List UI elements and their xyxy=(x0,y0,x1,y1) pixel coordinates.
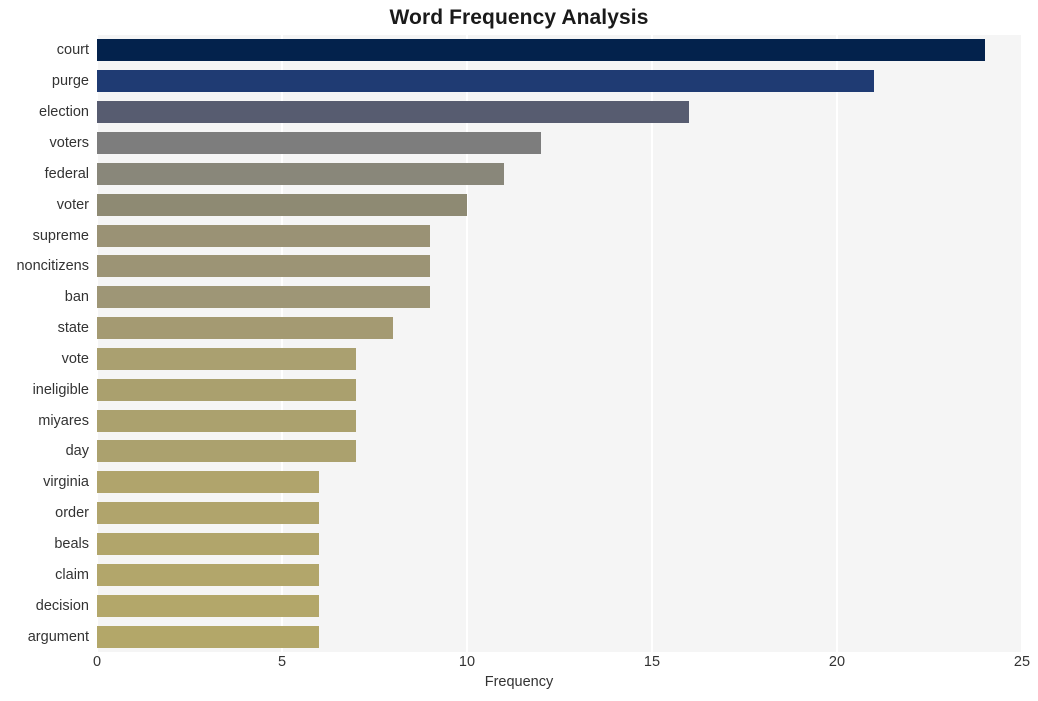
bar-ban[interactable] xyxy=(97,286,430,309)
bar-order[interactable] xyxy=(97,502,319,525)
bar-row xyxy=(97,101,1022,124)
x-tick-label-10: 10 xyxy=(458,654,476,670)
y-tick-label-voters: voters xyxy=(49,134,90,151)
bar-row xyxy=(97,502,1022,525)
plot-area xyxy=(96,35,1023,652)
y-axis-labels: court purge election voters federal voter supr… xyxy=(0,35,89,652)
y-tick-label-election: election xyxy=(39,104,89,121)
x-axis-title: Frequency xyxy=(484,674,554,690)
bar-purge[interactable] xyxy=(97,70,874,93)
y-tick-label-virginia: virginia xyxy=(43,474,89,491)
bar-row xyxy=(97,193,1022,216)
bar-election[interactable] xyxy=(97,101,689,124)
bar-row xyxy=(97,70,1022,93)
bar-row xyxy=(97,286,1022,309)
y-tick-label-noncitizens: noncitizens xyxy=(16,258,89,275)
bar-noncitizens[interactable] xyxy=(97,255,430,278)
x-tick-label-5: 5 xyxy=(277,654,287,670)
bar-argument[interactable] xyxy=(97,625,319,648)
y-tick-label-state: state xyxy=(57,320,89,337)
bar-decision[interactable] xyxy=(97,594,319,617)
y-tick-label-court: court xyxy=(56,42,89,59)
bar-row xyxy=(97,131,1022,154)
bar-row xyxy=(97,625,1022,648)
bar-row xyxy=(97,378,1022,401)
bar-row xyxy=(97,563,1022,586)
bar-state[interactable] xyxy=(97,317,393,340)
x-axis-ticks: 0 5 10 15 20 25 xyxy=(93,652,1030,676)
bar-row xyxy=(97,594,1022,617)
bar-miyares[interactable] xyxy=(97,409,356,432)
bar-row xyxy=(97,347,1022,370)
y-tick-label-argument: argument xyxy=(27,628,89,645)
bar-voter[interactable] xyxy=(97,193,467,216)
bar-day[interactable] xyxy=(97,440,356,463)
y-tick-label-order: order xyxy=(55,505,89,522)
bar-row xyxy=(97,162,1022,185)
bar-beals[interactable] xyxy=(97,533,319,556)
bar-row xyxy=(97,440,1022,463)
y-tick-label-claim: claim xyxy=(55,566,89,583)
y-tick-label-decision: decision xyxy=(35,597,89,614)
bar-claim[interactable] xyxy=(97,563,319,586)
bars-layer xyxy=(97,35,1022,652)
bar-virginia[interactable] xyxy=(97,471,319,494)
bar-federal[interactable] xyxy=(97,162,504,185)
x-tick-label-0: 0 xyxy=(92,654,102,670)
x-tick-label-20: 20 xyxy=(828,654,846,670)
y-tick-label-day: day xyxy=(65,443,89,460)
bar-ineligible[interactable] xyxy=(97,378,356,401)
y-tick-label-miyares: miyares xyxy=(38,412,89,429)
y-tick-label-ban: ban xyxy=(64,289,89,306)
bar-court[interactable] xyxy=(97,39,985,62)
bar-row xyxy=(97,255,1022,278)
y-tick-label-vote: vote xyxy=(61,350,89,367)
bar-row xyxy=(97,533,1022,556)
bar-row xyxy=(97,317,1022,340)
y-tick-label-voter: voter xyxy=(56,196,89,213)
bar-row xyxy=(97,409,1022,432)
y-tick-label-beals: beals xyxy=(54,536,89,553)
y-tick-label-supreme: supreme xyxy=(32,227,89,244)
x-tick-label-25: 25 xyxy=(1013,654,1031,670)
bar-row xyxy=(97,39,1022,62)
y-tick-label-purge: purge xyxy=(51,73,89,90)
bar-voters[interactable] xyxy=(97,131,541,154)
word-frequency-chart-figure: Word Frequency Analysis court purge electi… xyxy=(0,0,1038,701)
bar-row xyxy=(97,224,1022,247)
bar-vote[interactable] xyxy=(97,347,356,370)
x-tick-label-15: 15 xyxy=(643,654,661,670)
y-tick-label-federal: federal xyxy=(44,165,89,182)
y-tick-label-ineligible: ineligible xyxy=(32,381,89,398)
bar-row xyxy=(97,471,1022,494)
chart-title: Word Frequency Analysis xyxy=(389,6,649,29)
bar-supreme[interactable] xyxy=(97,224,430,247)
